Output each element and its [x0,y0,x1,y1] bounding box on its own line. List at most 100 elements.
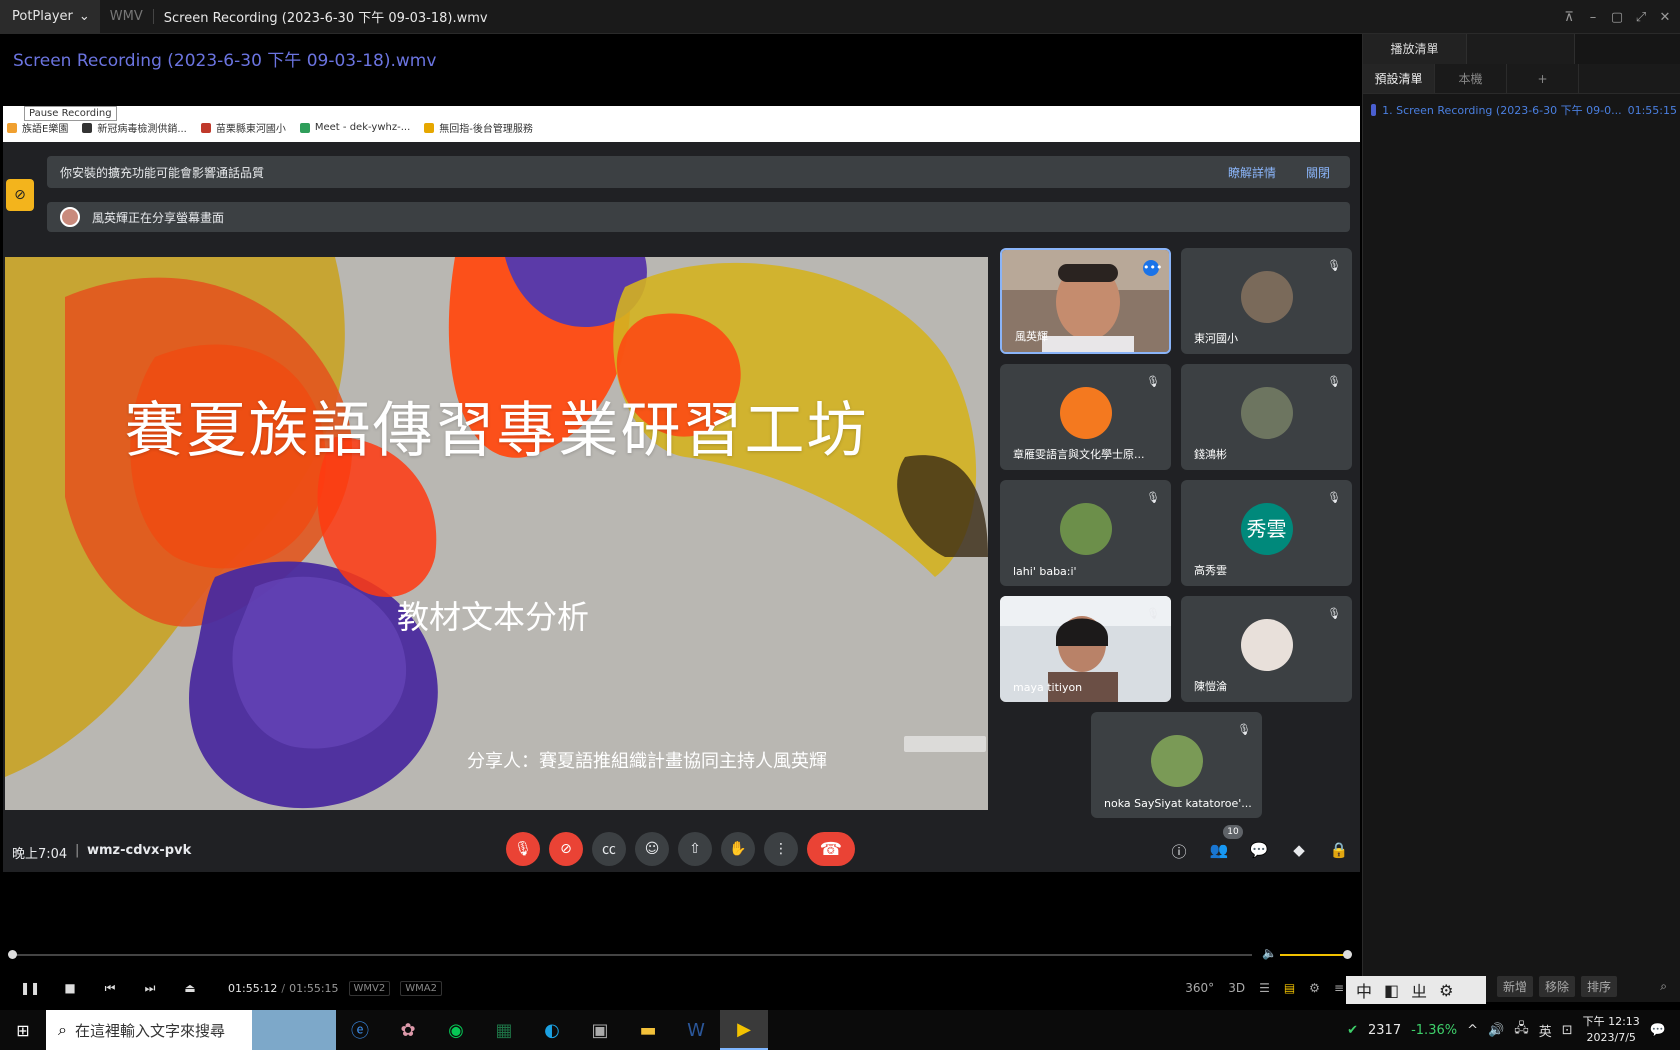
previous-icon[interactable]: ⏮ [100,981,120,996]
edge-icon[interactable]: ◐ [528,1010,576,1050]
participant-name: 高秀雲 [1194,564,1227,577]
tab-playlist[interactable]: 播放清單 [1363,34,1467,64]
chevron-up-icon[interactable]: ^ [1467,1023,1478,1038]
network-icon[interactable]: 🖧 [1514,1019,1529,1041]
gear-icon[interactable]: ⚙ [1439,981,1453,1000]
present-button[interactable]: ⇧ [678,832,712,866]
bookmark-item[interactable]: 苗栗縣東河國小 [200,120,286,135]
participant-tile[interactable]: 🎙 錢鴻彬 [1181,364,1352,470]
seek-knob[interactable] [8,950,17,959]
mic-off-icon: 🎙 [1327,607,1341,620]
participant-tile[interactable]: ••• 風英輝 [1000,248,1171,354]
ime-mode[interactable]: 中 [1356,978,1372,1002]
menu-icon[interactable]: ≡ [1334,981,1344,995]
half-width-icon[interactable]: ◧ [1384,981,1399,1000]
activities-icon[interactable]: ◆ [1289,841,1309,861]
raise-hand-button[interactable]: ✋ [721,832,755,866]
learn-more-link[interactable]: 瞭解詳情 [1228,164,1276,181]
search-icon[interactable]: ⌕ [1660,979,1667,994]
punctuation-icon[interactable]: ㄓ [1411,978,1427,1002]
eject-icon[interactable]: ⏏ [180,981,200,995]
mic-off-icon: 🎙 [1327,375,1341,388]
people-icon[interactable]: 👥 [1209,841,1229,861]
tab-local[interactable]: 本機 [1435,64,1507,93]
chat-icon[interactable]: 💬 [1249,841,1269,861]
playlist-panel: 播放清單 預設清單 本機 + 1. Screen Recording (2023… [1362,34,1680,1002]
playlist-search-icon[interactable]: ☰ [1259,981,1270,995]
bookmark-item[interactable]: 新冠病毒檢測供銷... [82,120,187,135]
stock-value[interactable]: 2317 [1368,1023,1401,1038]
close-icon[interactable]: ✕ [1656,10,1674,25]
bookmark-item[interactable]: 族語E樂園 [7,120,68,135]
pause-icon[interactable]: ❚❚ [20,981,40,995]
fullscreen-icon[interactable]: ⤢ [1632,10,1650,25]
participant-tile[interactable]: 🎙 陳愷淪 [1181,596,1352,702]
camera-toggle-button[interactable]: ⊘ [549,832,583,866]
minimize-icon[interactable]: – [1584,10,1602,25]
3d-icon[interactable]: 3D [1228,981,1245,995]
avatar [1240,387,1293,439]
camera-off-icon[interactable]: ⊘ [6,179,34,211]
osd-title: Screen Recording (2023-6-30 下午 09-03-18)… [13,51,437,71]
more-options-icon[interactable]: ••• [1143,260,1162,276]
word-icon[interactable]: W [672,1010,720,1050]
next-icon[interactable]: ⏭ [140,981,160,996]
app-menu-button[interactable]: PotPlayer ⌄ [0,0,100,34]
file-explorer-icon[interactable]: ▬ [624,1010,672,1050]
stock-change: -1.36% [1411,1022,1458,1038]
volume-icon[interactable]: 🔈 [1262,946,1277,960]
mic-off-icon: 🎙 [1327,259,1341,272]
tab-empty[interactable] [1467,34,1575,64]
input-language[interactable]: 英 [1539,1021,1552,1040]
info-icon[interactable]: ⓘ [1169,841,1189,861]
ime-pad-icon[interactable]: ⊡ [1562,1023,1573,1038]
slide-title: 賽夏族語傳習專業研習工坊 [124,396,869,466]
maximize-icon[interactable]: ▢ [1608,10,1626,25]
participant-tile[interactable]: 🎙 noka SaySiyat katatoroe'... [1091,712,1262,818]
slide-toolbar[interactable] [904,736,986,752]
pin-icon[interactable]: ⊼ [1560,10,1578,25]
stop-icon[interactable]: ■ [60,981,80,995]
volume-knob[interactable] [1342,950,1352,959]
ime-toolbar: 中 ◧ ㄓ ⚙ [1346,976,1486,1004]
participant-name: noka SaySiyat katatoroe'... [1104,797,1252,810]
participant-tile[interactable]: 🎙 章雁雯語言與文化學士原... [1000,364,1171,470]
emoji-button[interactable]: ☺ [635,832,669,866]
potplayer-icon[interactable]: ▶ [720,1010,768,1050]
bookmark-item[interactable]: 無回指-後台管理服務 [424,120,533,135]
subtitle-icon[interactable]: ▤ [1284,981,1295,995]
line-app-icon[interactable]: ◉ [432,1010,480,1050]
host-controls-icon[interactable]: 🔒 [1329,841,1349,861]
taskbar: ⊞ ⌕ 在這裡輸入文字來搜尋 ⓔ ✿ ◉ ▦ ◐ ▣ ▬ W ▶ ✔ 2317 … [0,1010,1680,1050]
taskbar-search[interactable]: ⌕ 在這裡輸入文字來搜尋 [46,1010,336,1050]
calculator-icon[interactable]: ▣ [576,1010,624,1050]
tab-add[interactable]: + [1507,64,1579,93]
notifications-icon[interactable]: 💬 [1650,1023,1666,1038]
ie-icon[interactable]: ⓔ [336,1010,384,1050]
title-bar: PotPlayer ⌄ WMV Screen Recording (2023-6… [0,0,1680,34]
participant-tile[interactable]: 🎙 東河國小 [1181,248,1352,354]
playlist-item[interactable]: 1. Screen Recording (2023-6-30 下午 09-0..… [1371,102,1677,118]
bookmark-item[interactable]: Meet - dek-ywhz-... [299,122,410,133]
participant-tile[interactable]: 🎙 maya titiyon [1000,596,1171,702]
paint-icon[interactable]: ✿ [384,1010,432,1050]
tab-default-list[interactable]: 預設清單 [1363,64,1435,93]
add-button[interactable]: 新增 [1497,975,1534,997]
speaker-icon[interactable]: 🔊 [1488,1023,1504,1038]
participant-tile[interactable]: 🎙 秀雲 高秀雲 [1181,480,1352,586]
remove-button[interactable]: 移除 [1539,975,1576,997]
more-options-button[interactable]: ⋮ [764,832,798,866]
volume-slider[interactable] [1280,954,1347,956]
seek-bar[interactable] [12,954,1252,956]
mic-toggle-button[interactable]: 🎙 [506,832,540,866]
captions-button[interactable]: ㏄ [592,832,626,866]
participant-tile[interactable]: 🎙 lahi' baba:i' [1000,480,1171,586]
hang-up-button[interactable]: ☎ [807,832,855,866]
excel-icon[interactable]: ▦ [480,1010,528,1050]
360-icon[interactable]: 360° [1185,981,1214,995]
dismiss-link[interactable]: 關閉 [1306,164,1330,181]
windows-start-icon[interactable]: ⊞ [0,1010,46,1050]
settings-icon[interactable]: ⚙ [1309,981,1320,995]
clock[interactable]: 下午 12:13 2023/7/5 [1583,1014,1640,1046]
sort-button[interactable]: 排序 [1581,975,1618,997]
